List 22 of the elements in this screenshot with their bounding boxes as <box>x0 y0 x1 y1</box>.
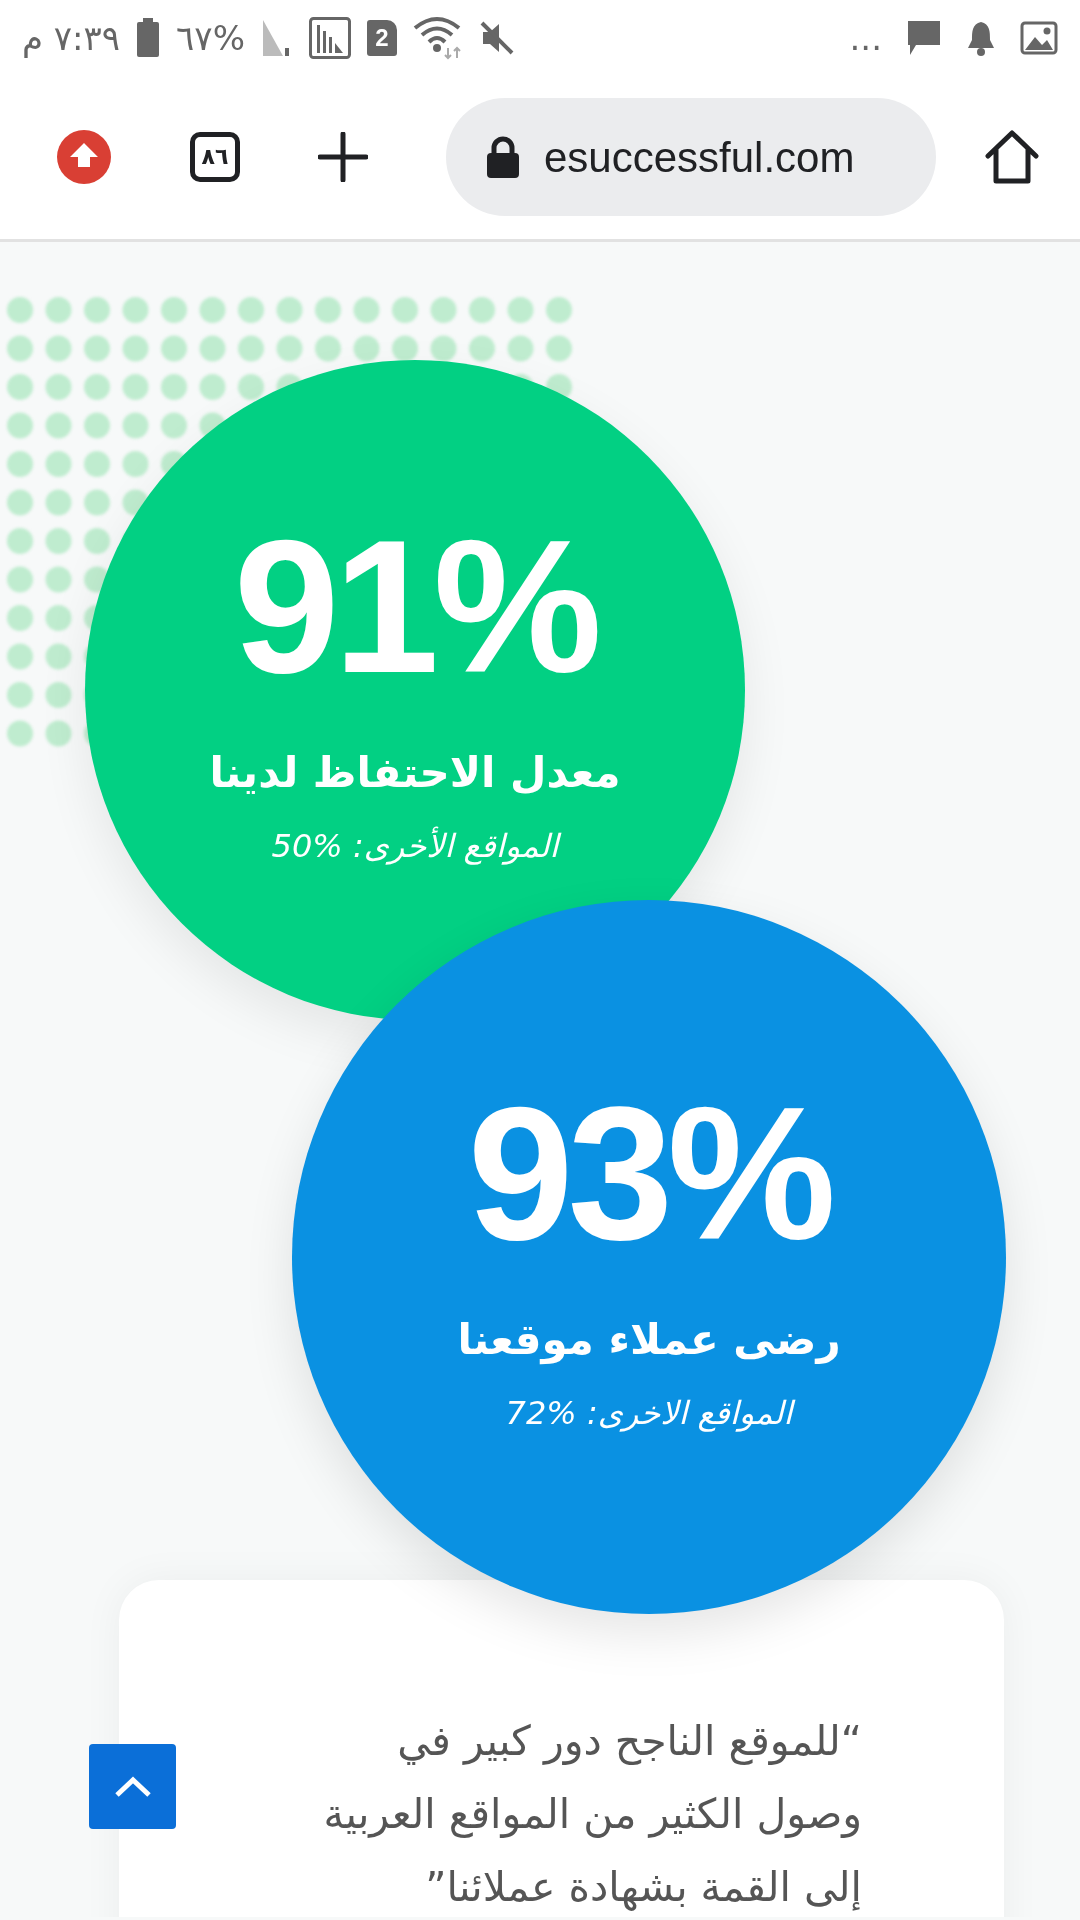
stat-value: 91% <box>233 510 597 701</box>
battery-percent: %٦٧ <box>176 20 245 55</box>
home-icon[interactable] <box>984 129 1040 185</box>
message-icon <box>906 18 942 57</box>
stat-label: رضى عملاء موقعنا <box>457 1313 841 1367</box>
wifi-icon <box>412 15 463 60</box>
upload-icon[interactable] <box>56 129 112 185</box>
mute-icon <box>478 19 515 56</box>
address-bar[interactable]: esuccessful.com <box>446 98 936 216</box>
signal-icon <box>308 16 351 59</box>
plus-icon[interactable] <box>318 132 368 182</box>
lock-icon <box>486 136 520 178</box>
tab-count-button[interactable]: ٨٦ <box>190 132 240 182</box>
sim-card-icon: 2 <box>366 19 397 56</box>
stat-label: معدل الاحتفاظ لدينا <box>209 746 621 799</box>
quote-text: “للموقع الناجح دور كبير في وصول الكثير من المواقع العربية إلى القمة بشهادة عملائنا” <box>322 1716 862 1913</box>
image-icon <box>1020 20 1058 55</box>
back-to-top-button[interactable] <box>89 1744 176 1829</box>
battery-icon <box>136 17 161 58</box>
stat-value: 93% <box>467 1077 831 1268</box>
overflow-dots: ... <box>849 20 882 55</box>
bell-icon <box>966 19 996 56</box>
